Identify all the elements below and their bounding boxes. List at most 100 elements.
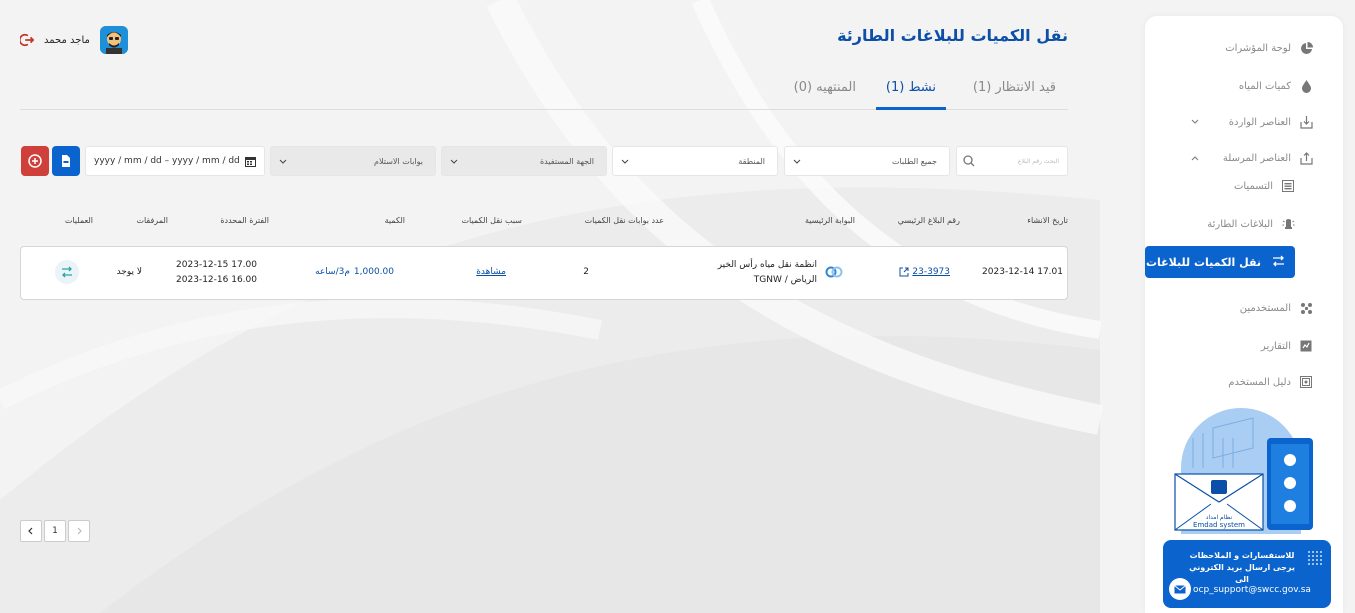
tab-active[interactable]: نشط (1) <box>875 80 946 110</box>
sidebar-item-reports[interactable]: التقارير <box>1173 336 1313 356</box>
logout-icon[interactable] <box>20 33 34 47</box>
filter-bar: البحث رقم البلاغ جميع الطلبات المنطقة ال… <box>20 146 1068 176</box>
sidebar-item-label: العناصر الواردة <box>1228 116 1291 128</box>
search-placeholder: البحث رقم البلاغ <box>1017 157 1059 165</box>
table-row[interactable]: 17.01 2023-12-14 23-3973 انظمة نقل مياه … <box>20 246 1068 300</box>
file-icon <box>62 155 70 167</box>
outbox-icon <box>1299 151 1313 165</box>
emdad-illustration: نظام امداد Emdad system <box>1173 408 1319 534</box>
guide-icon <box>1299 375 1313 389</box>
user-name[interactable]: ماجد محمد <box>44 35 90 46</box>
sidebar-item-outbox[interactable]: العناصر المرسلة <box>1173 148 1313 168</box>
cell-quantity: 1,000.00 م3/ساعه <box>315 267 394 277</box>
cell-report-no[interactable]: 23-3973 <box>899 267 950 277</box>
cell-created: 17.01 2023-12-14 <box>982 267 1063 277</box>
chevron-down-icon <box>450 159 458 164</box>
sidebar-item-label: كميات المياه <box>1238 80 1291 92</box>
sidebar-item-label: لوحة المؤشرات <box>1225 42 1291 54</box>
page-title: نقل الكميات للبلاغات الطارئة <box>837 26 1068 45</box>
region-select-label: المنطقة <box>738 157 765 166</box>
cell-gates-count: 2 <box>583 267 589 277</box>
sidebar-item-inbox[interactable]: العناصر الواردة <box>1173 112 1313 132</box>
report-link[interactable]: 23-3973 <box>912 267 950 277</box>
cell-main-gate-line2: الرياض / TGNW <box>753 275 817 285</box>
sidebar-item-label: المستخدمين <box>1239 302 1291 314</box>
support-card: للاستفسارات و الملاحظات يرجى ارسال بريد … <box>1163 540 1331 608</box>
chevron-down-icon <box>793 159 801 164</box>
sidebar-item-quantity-transfer[interactable]: نقل الكميات للبلاغات <box>1145 246 1295 278</box>
requests-select[interactable]: جميع الطلبات <box>784 146 950 176</box>
gates-select-label: بوابات الاستلام <box>374 157 423 166</box>
requests-select-label: جميع الطلبات <box>891 157 937 166</box>
export-file-button[interactable] <box>52 146 80 176</box>
sidebar-item-label: البلاغات الطارئة <box>1207 218 1273 230</box>
support-email-link[interactable]: ocp_support@swcc.gov.sa <box>1193 585 1311 595</box>
quantity-value: 1,000.00 <box>353 267 394 277</box>
sidebar-item-dashboard[interactable]: لوحة المؤشرات <box>1173 38 1313 58</box>
chevron-up-icon <box>1191 156 1199 161</box>
col-created: تاريخ الانشاء <box>1027 216 1068 225</box>
cell-period-start: 17.00 2023-12-15 <box>176 260 257 270</box>
chevron-left-icon <box>28 527 33 535</box>
page-number[interactable]: 1 <box>44 520 66 542</box>
cell-main-gate-line1: انظمة نقل مياه رأس الخير <box>717 260 817 270</box>
quantity-unit: م3/ساعه <box>315 267 350 277</box>
date-range-value: yyyy / mm / dd – yyyy / mm / dd <box>94 156 240 166</box>
external-link-icon[interactable] <box>899 267 909 277</box>
swap-arrows-icon <box>62 266 72 278</box>
search-input[interactable]: البحث رقم البلاغ <box>956 146 1068 176</box>
users-icon <box>1299 301 1313 315</box>
sidebar-item-label: العناصر المرسلة <box>1222 152 1291 164</box>
transfer-icon <box>1271 255 1285 269</box>
mail-icon[interactable] <box>1169 578 1191 600</box>
sidebar-item-tags[interactable]: التسميات <box>1173 176 1295 196</box>
dots-grid-icon <box>1308 551 1322 565</box>
gates-select[interactable]: بوابات الاستلام <box>270 146 436 176</box>
sidebar-item-users[interactable]: المستخدمين <box>1173 298 1313 318</box>
tabs: قيد الانتظار (1) نشط (1) المنتهيه (0) <box>20 70 1068 110</box>
alert-icon <box>1281 217 1295 231</box>
region-select[interactable]: المنطقة <box>612 146 778 176</box>
chevron-down-icon <box>1191 119 1199 124</box>
table-header: تاريخ الانشاء رقم البلاغ الرئيسي البوابة… <box>20 214 1068 230</box>
water-drop-icon <box>1299 79 1313 93</box>
illustration-system-ar: نظام امداد <box>1206 514 1233 521</box>
col-period: الفترة المحددة <box>220 216 269 225</box>
sidebar: لوحة المؤشرات كميات المياه العناصر الوار… <box>1145 16 1343 613</box>
col-main-gate: البوابة الرئيسية <box>804 216 855 225</box>
tab-pending[interactable]: قيد الانتظار (1) <box>973 80 1056 110</box>
date-range-input[interactable]: yyyy / mm / dd – yyyy / mm / dd <box>85 146 265 176</box>
main-content: نقل الكميات للبلاغات الطارئة ماجد محمد ق… <box>0 0 1080 613</box>
plus-circle-icon <box>28 154 42 168</box>
inbox-icon <box>1299 115 1313 129</box>
add-button[interactable] <box>21 146 49 176</box>
beneficiary-select-label: الجهة المستفيدة <box>539 157 594 166</box>
transfer-action-button[interactable] <box>55 260 79 284</box>
beneficiary-select[interactable]: الجهة المستفيدة <box>441 146 607 176</box>
col-report-no: رقم البلاغ الرئيسي <box>897 216 960 225</box>
user-box: ماجد محمد <box>20 26 128 54</box>
report-icon <box>1299 339 1313 353</box>
sidebar-item-label: التسميات <box>1233 180 1273 192</box>
reason-link[interactable]: مشاهدة <box>476 267 506 277</box>
sidebar-item-user-guide[interactable]: دليل المستخدم <box>1173 372 1313 392</box>
next-page-button[interactable] <box>68 520 90 542</box>
chevron-down-icon <box>621 159 629 164</box>
col-quantity: الكمية <box>384 216 405 225</box>
col-gates-count: عدد بوابات نقل الكميات <box>584 216 664 225</box>
sidebar-item-water-quantities[interactable]: كميات المياه <box>1173 76 1313 96</box>
support-text: للاستفسارات و الملاحظات يرجى ارسال بريد … <box>1189 551 1295 584</box>
avatar[interactable] <box>99 26 128 54</box>
link-chain-icon <box>825 266 843 278</box>
col-actions: العمليات <box>64 216 93 225</box>
pie-chart-icon <box>1299 41 1313 55</box>
prev-page-button[interactable] <box>20 520 42 542</box>
chevron-down-icon <box>279 159 287 164</box>
tab-finished[interactable]: المنتهيه (0) <box>794 80 856 110</box>
sidebar-item-label: نقل الكميات للبلاغات <box>1145 255 1261 269</box>
sidebar-item-emergency-reports[interactable]: البلاغات الطارئة <box>1173 214 1295 234</box>
pagination: 1 <box>20 520 90 542</box>
cell-period-end: 16.00 2023-12-16 <box>176 275 257 285</box>
cell-attachments: لا يوجد <box>116 267 142 277</box>
illustration-system-en: Emdad system <box>1193 521 1245 529</box>
